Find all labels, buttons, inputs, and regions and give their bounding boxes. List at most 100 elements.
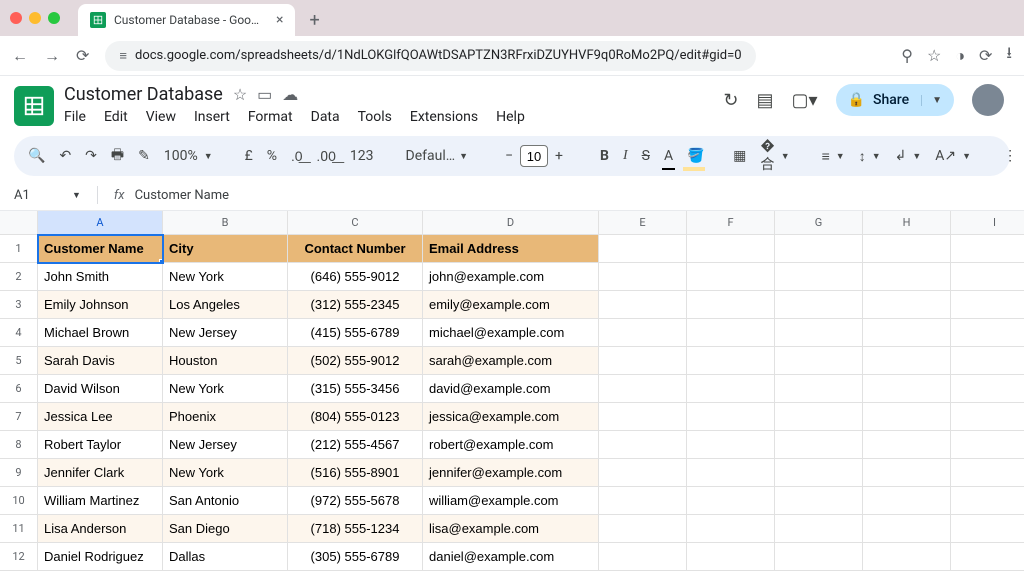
tab-close-icon[interactable]: × bbox=[276, 12, 283, 28]
search-menus-icon[interactable]: 🔍 bbox=[26, 144, 47, 168]
puzzle-icon[interactable]: ⟳ bbox=[979, 46, 992, 65]
cell[interactable] bbox=[599, 487, 687, 515]
new-tab-button[interactable]: + bbox=[309, 10, 319, 31]
zoom-dropdown[interactable]: 100%▼ bbox=[162, 144, 215, 168]
star-icon[interactable]: ☆ bbox=[233, 85, 247, 104]
cell[interactable] bbox=[687, 347, 775, 375]
cell[interactable] bbox=[951, 403, 1024, 431]
print-button[interactable]: 🖶 bbox=[109, 140, 126, 172]
cell[interactable] bbox=[863, 235, 951, 263]
cell[interactable] bbox=[863, 459, 951, 487]
name-box[interactable]: A1 bbox=[14, 188, 60, 203]
header-cell[interactable]: City bbox=[163, 235, 288, 263]
cell[interactable]: Phoenix bbox=[163, 403, 288, 431]
cell[interactable] bbox=[687, 263, 775, 291]
cell[interactable] bbox=[775, 291, 863, 319]
cell[interactable]: Sarah Davis bbox=[38, 347, 163, 375]
cell[interactable]: New York bbox=[163, 459, 288, 487]
name-box-dropdown-icon[interactable]: ▼ bbox=[72, 190, 81, 201]
bookmark-icon[interactable]: ☆ bbox=[927, 46, 941, 65]
row-header-5[interactable]: 5 bbox=[0, 347, 38, 375]
text-rotation-button[interactable]: A↗▼ bbox=[933, 144, 973, 168]
cell[interactable] bbox=[863, 515, 951, 543]
cell[interactable] bbox=[863, 487, 951, 515]
cell[interactable]: (305) 555-6789 bbox=[288, 543, 423, 571]
cell[interactable] bbox=[951, 459, 1024, 487]
menu-extensions[interactable]: Extensions bbox=[410, 109, 478, 125]
cell[interactable] bbox=[599, 291, 687, 319]
history-icon[interactable]: ↻ bbox=[723, 90, 738, 111]
cell[interactable] bbox=[951, 263, 1024, 291]
cell[interactable]: michael@example.com bbox=[423, 319, 599, 347]
share-dropdown-icon[interactable]: ▼ bbox=[921, 95, 942, 106]
decrease-font-button[interactable]: − bbox=[498, 144, 520, 168]
cell[interactable]: robert@example.com bbox=[423, 431, 599, 459]
row-header-4[interactable]: 4 bbox=[0, 319, 38, 347]
cell[interactable]: David Wilson bbox=[38, 375, 163, 403]
cell[interactable] bbox=[599, 543, 687, 571]
cell[interactable]: (312) 555-2345 bbox=[288, 291, 423, 319]
search-icon[interactable]: ⚲ bbox=[901, 46, 913, 65]
cell[interactable]: New York bbox=[163, 263, 288, 291]
cloud-status-icon[interactable]: ☁ bbox=[282, 85, 298, 104]
cell[interactable] bbox=[863, 375, 951, 403]
row-header-1[interactable]: 1 bbox=[0, 235, 38, 263]
cell[interactable] bbox=[599, 431, 687, 459]
increase-font-button[interactable]: + bbox=[548, 144, 570, 168]
selection-handle[interactable] bbox=[159, 259, 163, 263]
cell[interactable]: (212) 555-4567 bbox=[288, 431, 423, 459]
cell[interactable]: New Jersey bbox=[163, 431, 288, 459]
header-cell[interactable]: Customer Name bbox=[38, 235, 163, 263]
cell[interactable] bbox=[599, 375, 687, 403]
cell[interactable] bbox=[599, 235, 687, 263]
cell[interactable] bbox=[687, 375, 775, 403]
vertical-align-button[interactable]: ↕▼ bbox=[857, 144, 883, 169]
text-color-button[interactable]: A bbox=[662, 144, 675, 168]
comments-icon[interactable]: ▤ bbox=[756, 90, 773, 111]
cell[interactable] bbox=[687, 235, 775, 263]
browser-tab[interactable]: Customer Database - Google … × bbox=[78, 4, 295, 36]
move-icon[interactable]: ▭ bbox=[257, 85, 272, 104]
close-window-button[interactable] bbox=[10, 12, 22, 24]
download-icon[interactable]: ⭳ bbox=[1006, 42, 1012, 69]
formula-input[interactable]: Customer Name bbox=[135, 188, 229, 203]
cell[interactable] bbox=[951, 375, 1024, 403]
minimize-window-button[interactable] bbox=[29, 12, 41, 24]
font-dropdown[interactable]: Defaul…▼ bbox=[404, 144, 471, 168]
cell[interactable] bbox=[599, 403, 687, 431]
cell[interactable]: Robert Taylor bbox=[38, 431, 163, 459]
cell[interactable] bbox=[863, 319, 951, 347]
row-header-12[interactable]: 12 bbox=[0, 543, 38, 571]
cell[interactable]: New Jersey bbox=[163, 319, 288, 347]
increase-decimal-button[interactable]: .00͟ bbox=[315, 144, 338, 169]
font-size-input[interactable] bbox=[520, 145, 548, 167]
cell[interactable] bbox=[687, 291, 775, 319]
cell[interactable] bbox=[775, 375, 863, 403]
merge-cells-button[interactable]: �合▼ bbox=[758, 134, 791, 178]
cell[interactable] bbox=[687, 543, 775, 571]
menu-tools[interactable]: Tools bbox=[358, 109, 392, 125]
fill-color-button[interactable]: 🪣 bbox=[685, 144, 703, 168]
menu-data[interactable]: Data bbox=[311, 109, 340, 125]
cell[interactable]: (502) 555-9012 bbox=[288, 347, 423, 375]
menu-help[interactable]: Help bbox=[496, 109, 525, 125]
cell[interactable] bbox=[863, 347, 951, 375]
cell[interactable] bbox=[599, 319, 687, 347]
cell[interactable]: Los Angeles bbox=[163, 291, 288, 319]
format-123-button[interactable]: 123 bbox=[348, 144, 376, 168]
cell[interactable]: Daniel Rodriguez bbox=[38, 543, 163, 571]
column-header-C[interactable]: C bbox=[288, 211, 423, 235]
cell[interactable]: San Diego bbox=[163, 515, 288, 543]
cell[interactable] bbox=[599, 347, 687, 375]
cell[interactable]: John Smith bbox=[38, 263, 163, 291]
cell[interactable] bbox=[863, 543, 951, 571]
cell[interactable] bbox=[687, 403, 775, 431]
undo-button[interactable]: ↶ bbox=[57, 144, 73, 168]
cell[interactable] bbox=[775, 543, 863, 571]
cell[interactable] bbox=[687, 487, 775, 515]
cell[interactable] bbox=[951, 515, 1024, 543]
cell[interactable]: Jessica Lee bbox=[38, 403, 163, 431]
row-header-6[interactable]: 6 bbox=[0, 375, 38, 403]
cell[interactable] bbox=[951, 431, 1024, 459]
cell[interactable] bbox=[951, 235, 1024, 263]
